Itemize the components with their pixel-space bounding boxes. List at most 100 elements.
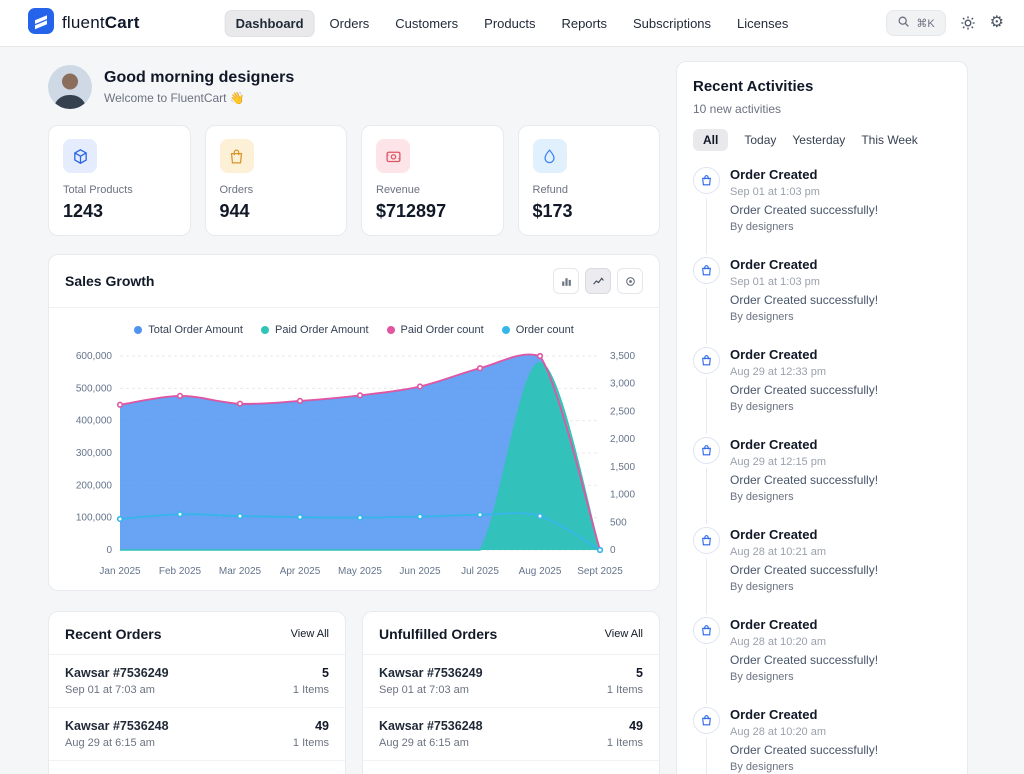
fluentcart-logo-icon [28, 8, 54, 39]
stat-label: Revenue [376, 184, 489, 196]
activity-description: Order Created successfully! [730, 473, 878, 487]
svg-text:300,000: 300,000 [76, 448, 113, 459]
stat-value: $173 [533, 201, 646, 222]
bag-icon [220, 139, 254, 173]
brand-logo[interactable]: fluentCart [28, 8, 140, 39]
svg-text:600,000: 600,000 [76, 351, 113, 362]
svg-text:0: 0 [106, 545, 112, 556]
nav-item-products[interactable]: Products [473, 10, 546, 37]
activity-item: Order CreatedSep 01 at 1:03 pmOrder Crea… [693, 167, 951, 257]
activity-description: Order Created successfully! [730, 293, 878, 307]
legend-item[interactable]: Order count [502, 324, 574, 336]
nav-item-licenses[interactable]: Licenses [726, 10, 799, 37]
legend-dot [261, 326, 269, 334]
legend-item[interactable]: Total Order Amount [134, 324, 243, 336]
svg-text:May 2025: May 2025 [338, 566, 382, 577]
order-row[interactable]: Kawsar #7536249 Sep 01 at 7:03 am 5 1 It… [363, 655, 659, 708]
tab-yesterday[interactable]: Yesterday [792, 133, 845, 147]
greeting-subtitle: Welcome to FluentCart 👋 [104, 91, 294, 105]
activity-item: Order CreatedAug 29 at 12:33 pmOrder Cre… [693, 347, 951, 437]
svg-text:3,000: 3,000 [610, 379, 635, 390]
activity-author: By designers [730, 491, 878, 503]
stat-card-revenue: Revenue $712897 [361, 125, 504, 236]
order-row[interactable]: Kawsar #7536249 Sep 01 at 7:03 am 5 1 It… [49, 655, 345, 708]
activity-title: Order Created [730, 527, 878, 542]
activity-author: By designers [730, 221, 878, 233]
svg-text:1,500: 1,500 [610, 462, 635, 473]
order-date: Sep 01 at 7:03 am [379, 684, 483, 696]
tab-today[interactable]: Today [744, 133, 776, 147]
nav-item-orders[interactable]: Orders [319, 10, 381, 37]
unfulfilled-orders-title: Unfulfilled Orders [379, 626, 497, 642]
svg-text:Apr 2025: Apr 2025 [280, 566, 321, 577]
topbar-actions: ⌘K ⚙ [886, 10, 1004, 36]
search-icon [897, 15, 910, 31]
brand-name: fluentCart [62, 13, 140, 33]
order-qty: 5 [293, 666, 329, 680]
order-name: Kawsar #7536249 [65, 666, 169, 680]
activity-description: Order Created successfully! [730, 383, 878, 397]
main-content: Good morning designers Welcome to Fluent… [0, 47, 1024, 774]
user-avatar[interactable] [48, 65, 92, 109]
theme-toggle-sun-icon[interactable] [960, 15, 976, 31]
legend-dot [134, 326, 142, 334]
svg-text:3,500: 3,500 [610, 351, 635, 362]
legend-item[interactable]: Paid Order count [387, 324, 484, 336]
legend-dot [502, 326, 510, 334]
left-column: Good morning designers Welcome to Fluent… [48, 61, 660, 774]
nav-item-reports[interactable]: Reports [550, 10, 618, 37]
stat-label: Orders [220, 184, 333, 196]
order-bag-icon [693, 437, 720, 464]
activity-item: Order CreatedAug 29 at 12:15 pmOrder Cre… [693, 437, 951, 527]
recent-activities-card: Recent Activities 10 new activities All … [676, 61, 968, 774]
order-bag-icon [693, 617, 720, 644]
order-bag-icon [693, 257, 720, 284]
svg-text:Jan 2025: Jan 2025 [99, 566, 141, 577]
stat-cards-row: Total Products 1243 Orders 944 Revenue $… [48, 125, 660, 236]
chart-options-target-icon[interactable] [617, 268, 643, 294]
order-row[interactable]: Kawsar #7536248 Aug 29 at 6:15 am 49 1 I… [363, 708, 659, 761]
activity-date: Aug 28 at 10:20 am [730, 726, 878, 738]
stat-label: Total Products [63, 184, 176, 196]
recent-orders-card: Recent Orders View All Kawsar #7536249 S… [48, 611, 346, 774]
activity-title: Order Created [730, 707, 878, 722]
nav-item-customers[interactable]: Customers [384, 10, 469, 37]
sales-chart: 0100,000200,000300,000400,000500,000600,… [62, 342, 646, 582]
search-button[interactable]: ⌘K [886, 10, 945, 36]
unfulfilled-orders-view-all-link[interactable]: View All [605, 628, 643, 640]
stat-card-orders: Orders 944 [205, 125, 348, 236]
svg-text:1,000: 1,000 [610, 490, 635, 501]
order-row[interactable]: Kawsar #7536247 Aug 28 at 4:21 am 49 1 I… [363, 761, 659, 774]
svg-text:500: 500 [610, 517, 627, 528]
bar-chart-toggle-icon[interactable] [553, 268, 579, 294]
svg-text:Jun 2025: Jun 2025 [399, 566, 441, 577]
activities-count: 10 new activities [693, 102, 951, 116]
order-row[interactable]: Kawsar #7536248 Aug 29 at 6:15 am 49 1 I… [49, 708, 345, 761]
order-row[interactable]: Kawsar #7536247 Aug 28 at 4:21 am 49 1 I… [49, 761, 345, 774]
order-bag-icon [693, 347, 720, 374]
order-qty: 49 [607, 719, 643, 733]
order-name: Kawsar #7536249 [379, 666, 483, 680]
tab-all[interactable]: All [693, 129, 728, 151]
top-navbar: fluentCart Dashboard Orders Customers Pr… [0, 0, 1024, 47]
activity-author: By designers [730, 311, 878, 323]
activity-item: Order CreatedAug 28 at 10:21 amOrder Cre… [693, 527, 951, 617]
activity-date: Aug 29 at 12:15 pm [730, 456, 878, 468]
nav-item-dashboard[interactable]: Dashboard [225, 10, 315, 37]
activity-description: Order Created successfully! [730, 653, 878, 667]
recent-orders-view-all-link[interactable]: View All [291, 628, 329, 640]
svg-text:2,500: 2,500 [610, 406, 635, 417]
chart-legend: Total Order Amount Paid Order Amount Paid … [49, 308, 659, 336]
activity-date: Aug 28 at 10:20 am [730, 636, 878, 648]
legend-item[interactable]: Paid Order Amount [261, 324, 369, 336]
activity-author: By designers [730, 401, 878, 413]
recent-activities-title: Recent Activities [693, 78, 951, 95]
svg-text:Mar 2025: Mar 2025 [219, 566, 262, 577]
svg-text:Feb 2025: Feb 2025 [159, 566, 202, 577]
line-chart-toggle-icon[interactable] [585, 268, 611, 294]
tab-this-week[interactable]: This Week [861, 133, 917, 147]
nav-item-subscriptions[interactable]: Subscriptions [622, 10, 722, 37]
stat-label: Refund [533, 184, 646, 196]
settings-gear-icon[interactable]: ⚙ [990, 15, 1004, 31]
stat-card-refund: Refund $173 [518, 125, 661, 236]
